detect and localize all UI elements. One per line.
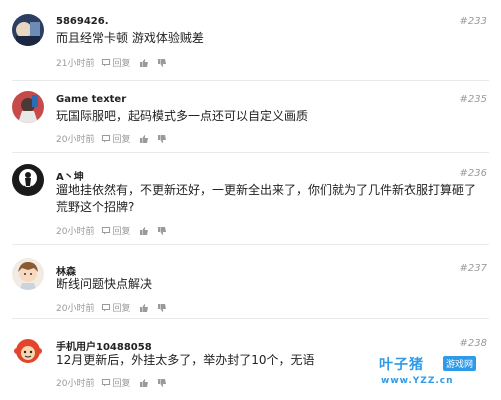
comment-text: 12月更新后，外挂太多了，举办封了10个，无语 <box>56 353 315 367</box>
username[interactable]: 5869426. <box>56 16 109 27</box>
dislike-button[interactable] <box>158 58 167 67</box>
site-watermark: 叶子猪 游戏网 www.YZZ.cn <box>379 354 491 394</box>
comment-meta: 20小时前 回复 <box>56 301 176 314</box>
timestamp: 20小时前 <box>56 227 95 237</box>
username[interactable]: A丶坤 <box>56 168 84 183</box>
dislike-button[interactable] <box>158 134 167 143</box>
thumbs-up-icon <box>140 134 149 143</box>
thumbs-up-icon <box>140 378 149 387</box>
comment-item: 5869426. #233 而且经常卡顿 游戏体验贼差 21小时前 回复 <box>0 0 501 80</box>
timestamp: 20小时前 <box>56 135 95 145</box>
reply-icon <box>102 226 111 234</box>
comment-item: 林森 #237 断线问题快点解决 20小时前 回复 <box>0 244 501 316</box>
thumbs-up-icon <box>140 58 149 67</box>
timestamp: 21小时前 <box>56 59 95 69</box>
reply-icon <box>102 303 111 311</box>
like-button[interactable] <box>140 134 149 143</box>
avatar[interactable] <box>12 258 44 290</box>
reply-label: 回复 <box>112 379 131 389</box>
floor-number: #236 <box>459 168 487 179</box>
reply-button[interactable]: 回复 <box>102 301 130 314</box>
dislike-button[interactable] <box>158 303 167 312</box>
reply-button[interactable]: 回复 <box>102 132 130 145</box>
comment-text: 而且经常卡顿 游戏体验贼差 <box>56 31 204 45</box>
comment-item: Game texter #235 玩国际服吧，起码模式多一点还可以自定义画质 2… <box>0 80 501 152</box>
thumbs-up-icon <box>140 303 149 312</box>
comment-meta: 20小时前 回复 <box>56 376 176 389</box>
comment-meta: 21小时前 回复 <box>56 56 176 69</box>
comment-item: A丶坤 #236 遛地挂依然有，不更新还好，一更新全出来了，你们就为了几件新衣服… <box>0 152 501 244</box>
thumbs-down-icon <box>158 303 167 312</box>
thumbs-up-icon <box>140 226 149 235</box>
reply-button[interactable]: 回复 <box>102 224 130 237</box>
like-button[interactable] <box>140 303 149 312</box>
reply-icon <box>102 58 111 66</box>
reply-label: 回复 <box>112 304 131 314</box>
avatar[interactable] <box>12 14 44 46</box>
timestamp: 20小时前 <box>56 304 95 314</box>
comment-text: 断线问题快点解决 <box>56 277 153 291</box>
avatar[interactable] <box>12 91 44 123</box>
reply-icon <box>102 378 111 386</box>
reply-label: 回复 <box>112 135 131 145</box>
avatar[interactable] <box>12 334 44 366</box>
comment-meta: 20小时前 回复 <box>56 224 176 237</box>
watermark-url: www.YZZ.cn <box>381 376 454 386</box>
comment-meta: 20小时前 回复 <box>56 132 176 145</box>
thumbs-down-icon <box>158 58 167 67</box>
comment-text: 遛地挂依然有，不更新还好，一更新全出来了，你们就为了几件新衣服打算砸了荒野这个招… <box>56 183 477 214</box>
comment-text: 玩国际服吧，起码模式多一点还可以自定义画质 <box>56 109 309 123</box>
floor-number: #235 <box>459 94 487 105</box>
reply-button[interactable]: 回复 <box>102 376 130 389</box>
thumbs-down-icon <box>158 378 167 387</box>
dislike-button[interactable] <box>158 378 167 387</box>
timestamp: 20小时前 <box>56 379 95 389</box>
floor-number: #237 <box>459 263 487 274</box>
username[interactable]: Game texter <box>56 94 126 105</box>
like-button[interactable] <box>140 58 149 67</box>
thumbs-down-icon <box>158 134 167 143</box>
floor-number: #238 <box>459 338 487 349</box>
like-button[interactable] <box>140 378 149 387</box>
username[interactable]: 手机用户10488058 <box>56 338 152 353</box>
like-button[interactable] <box>140 226 149 235</box>
reply-button[interactable]: 回复 <box>102 56 130 69</box>
dislike-button[interactable] <box>158 226 167 235</box>
reply-label: 回复 <box>112 59 131 69</box>
reply-icon <box>102 134 111 142</box>
watermark-badge: 游戏网 <box>443 356 477 371</box>
reply-label: 回复 <box>112 227 131 237</box>
floor-number: #233 <box>459 16 487 27</box>
thumbs-down-icon <box>158 226 167 235</box>
watermark-title: 叶子猪 <box>379 357 424 373</box>
avatar[interactable] <box>12 164 44 196</box>
